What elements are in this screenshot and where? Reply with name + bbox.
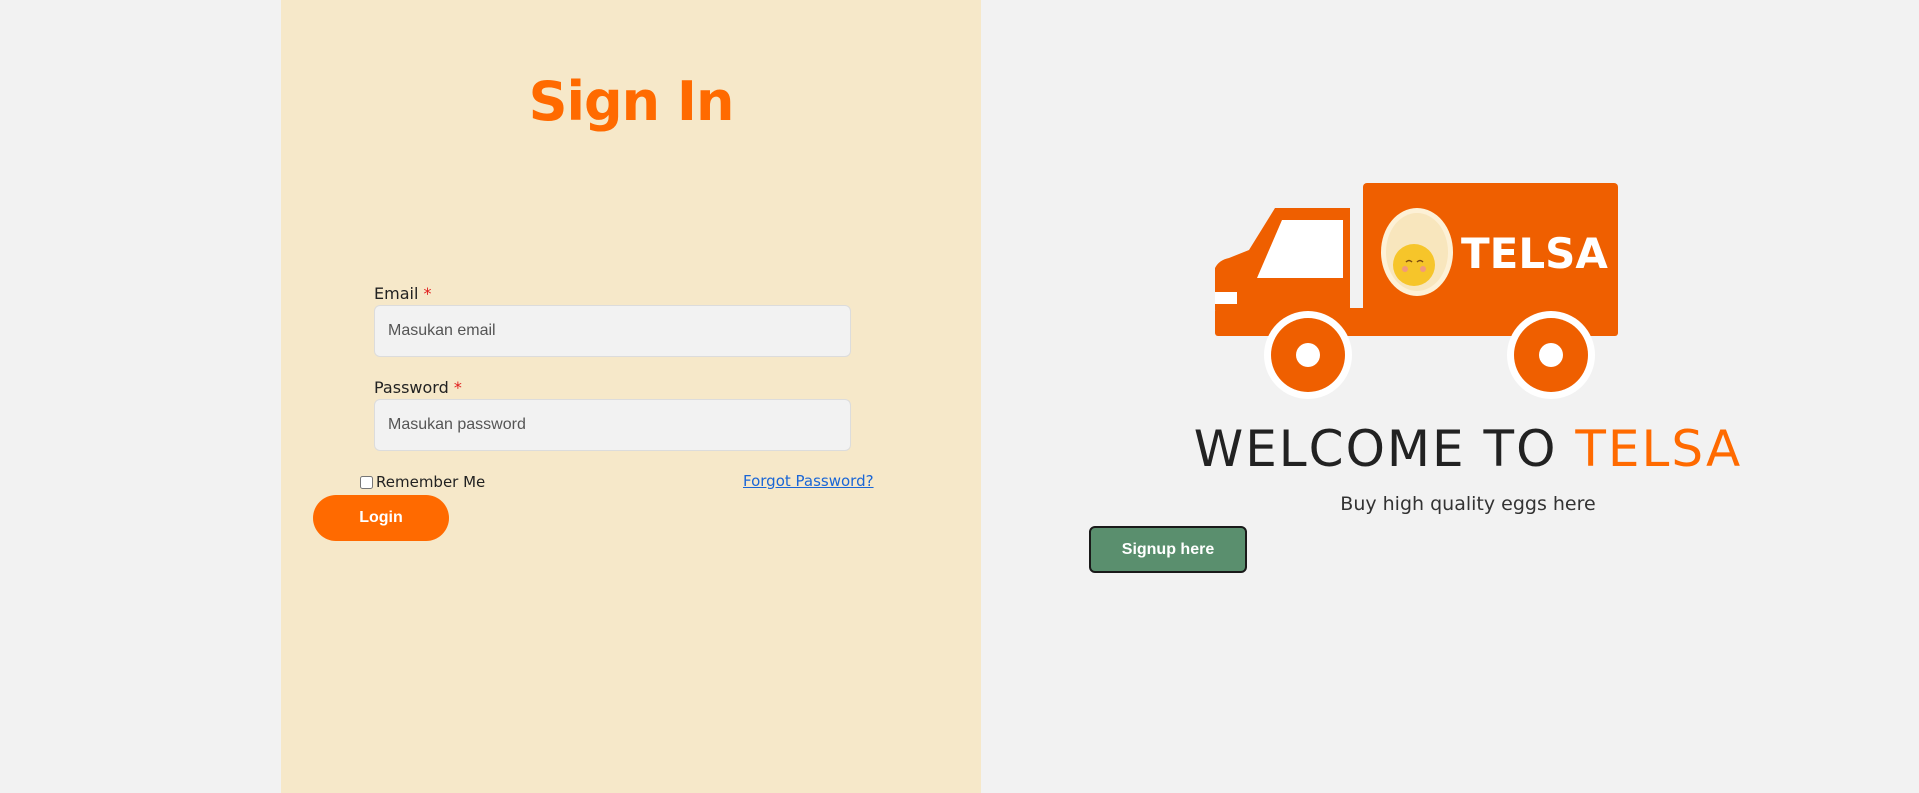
tagline: Buy high quality eggs here <box>1340 493 1596 515</box>
email-label: Email * <box>374 284 431 303</box>
forgot-password-link[interactable]: Forgot Password? <box>743 472 874 490</box>
remember-me-row: Remember Me <box>360 473 485 491</box>
welcome-brand: TELSA <box>1575 420 1743 478</box>
login-panel: Sign In Email * Password * Remember Me F… <box>281 0 981 793</box>
sign-in-title: Sign In <box>528 70 735 133</box>
email-required-marker: * <box>423 284 432 303</box>
remember-me-label: Remember Me <box>376 473 486 491</box>
welcome-heading: WELCOME TO TELSA <box>1100 420 1836 478</box>
welcome-prefix: WELCOME TO <box>1193 420 1576 478</box>
password-label: Password * <box>374 378 462 397</box>
email-input[interactable] <box>374 305 851 357</box>
telsa-truck-logo: TELSA <box>1215 183 1618 399</box>
password-label-text: Password <box>374 378 449 397</box>
password-input[interactable] <box>374 399 851 451</box>
remember-me-checkbox[interactable] <box>360 475 373 489</box>
password-required-marker: * <box>453 378 462 397</box>
signup-button[interactable]: Signup here <box>1089 526 1247 573</box>
login-button[interactable]: Login <box>313 495 449 541</box>
email-label-text: Email <box>374 284 419 303</box>
logo-brand-text: TELSA <box>1461 229 1608 278</box>
